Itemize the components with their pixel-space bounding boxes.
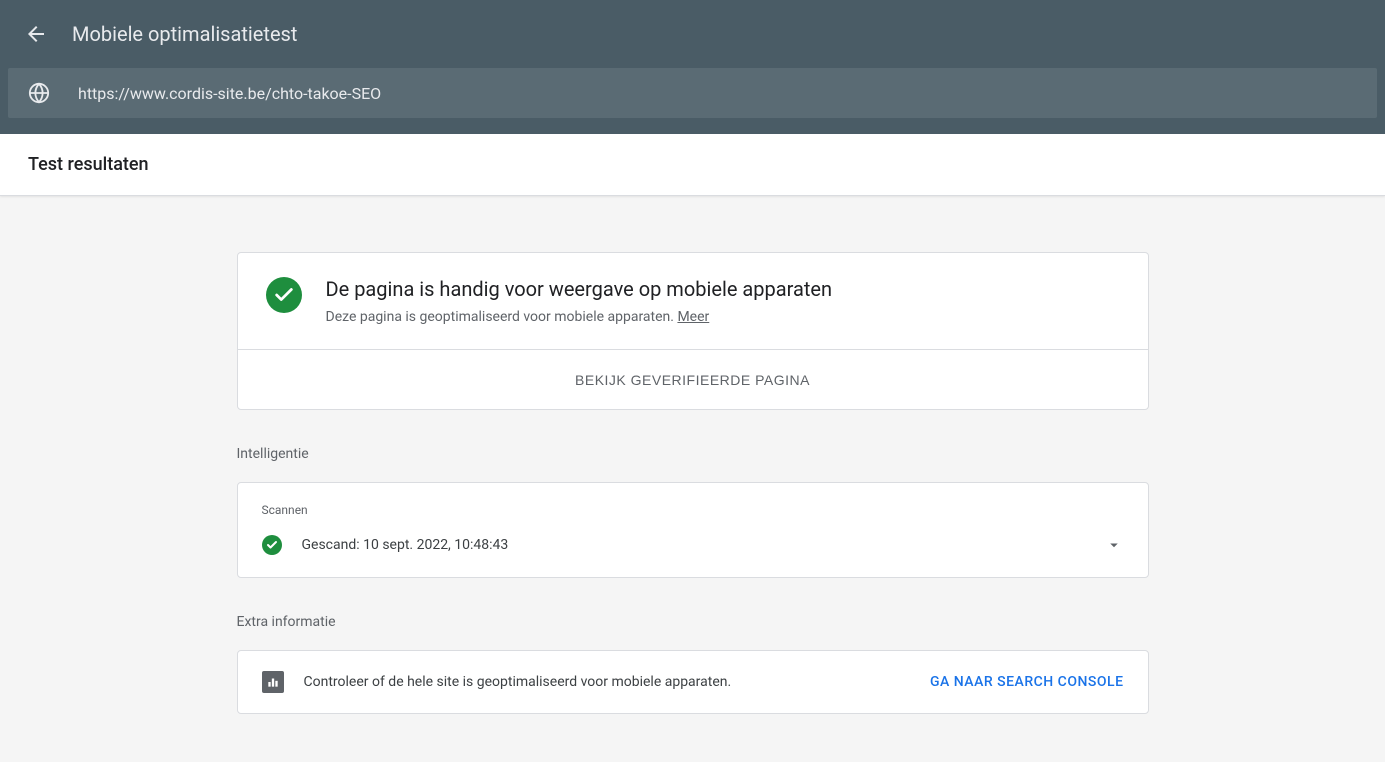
page-title: Mobiele optimalisatietest	[72, 22, 297, 46]
scan-row[interactable]: Gescand: 10 sept. 2022, 10:48:43	[262, 535, 1124, 555]
extra-text: Controleer of de hele site is geoptimali…	[304, 674, 930, 690]
scan-timestamp: Gescand: 10 sept. 2022, 10:48:43	[302, 537, 1104, 553]
header-topbar: Mobiele optimalisatietest	[0, 0, 1385, 68]
tab-results[interactable]: Test resultaten	[28, 154, 1357, 175]
section-label-extra: Extra informatie	[237, 614, 1149, 630]
content-area: De pagina is handig voor weergave op mob…	[0, 196, 1385, 714]
bar-chart-icon	[262, 671, 284, 693]
back-arrow-icon[interactable]	[24, 22, 48, 46]
url-bar[interactable]: https://www.cordis-site.be/chto-takoe-SE…	[8, 68, 1377, 118]
result-summary: De pagina is handig voor weergave op mob…	[238, 253, 1148, 349]
scan-card: Scannen Gescand: 10 sept. 2022, 10:48:43	[237, 482, 1149, 578]
tab-bar: Test resultaten	[0, 134, 1385, 196]
check-circle-icon	[266, 277, 302, 313]
result-card-action: BEKIJK GEVERIFIEERDE PAGINA	[238, 349, 1148, 409]
view-verified-button[interactable]: BEKIJK GEVERIFIEERDE PAGINA	[575, 372, 810, 388]
more-link[interactable]: Meer	[677, 309, 709, 325]
chevron-down-icon	[1104, 535, 1124, 555]
result-title: De pagina is handig voor weergave op mob…	[326, 277, 1120, 301]
search-console-button[interactable]: GA NAAR SEARCH CONSOLE	[930, 674, 1124, 690]
result-subtitle: Deze pagina is geoptimaliseerd voor mobi…	[326, 309, 1120, 325]
scan-label: Scannen	[262, 503, 1124, 517]
extra-card: Controleer of de hele site is geoptimali…	[237, 650, 1149, 714]
check-circle-icon	[262, 535, 282, 555]
section-label-intelligence: Intelligentie	[237, 446, 1149, 462]
result-card: De pagina is handig voor weergave op mob…	[237, 252, 1149, 410]
url-text: https://www.cordis-site.be/chto-takoe-SE…	[78, 84, 381, 103]
globe-icon	[28, 82, 50, 104]
header: Mobiele optimalisatietest https://www.co…	[0, 0, 1385, 134]
